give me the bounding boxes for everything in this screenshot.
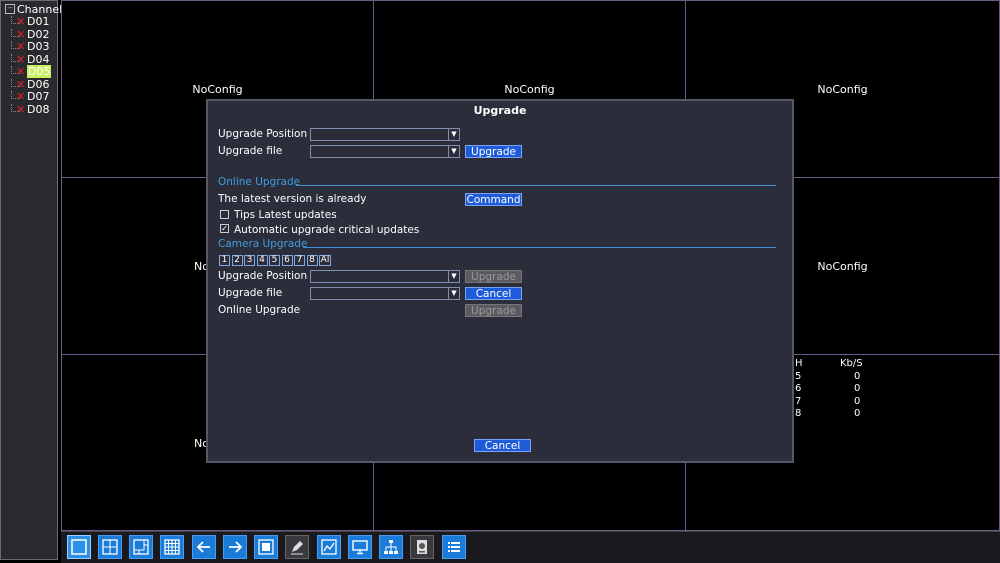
fullscreen-button[interactable]	[254, 535, 278, 559]
noconfig-label: NoConfig	[817, 83, 868, 96]
camera-channel-1[interactable]: 1	[219, 255, 230, 266]
disconnected-icon: ✕	[16, 15, 26, 28]
storage-button[interactable]	[410, 535, 434, 559]
stats-kbs-header: Kb/S	[840, 358, 863, 369]
auto-upgrade-label: Automatic upgrade critical updates	[234, 224, 420, 236]
camera-channel-4[interactable]: 4	[256, 255, 268, 266]
disconnected-icon: ✕	[16, 40, 26, 53]
menu-list-button[interactable]	[442, 535, 466, 559]
chevron-down-icon[interactable]: ▼	[448, 271, 459, 282]
tips-latest-updates-checkbox[interactable]	[220, 210, 229, 219]
camera-channel-6[interactable]: 6	[281, 255, 293, 266]
previous-button[interactable]	[192, 535, 216, 559]
auto-upgrade-checkbox[interactable]: ✓	[220, 224, 229, 233]
upgrade-button[interactable]: Upgrade	[465, 145, 522, 158]
nine-view-button[interactable]	[129, 535, 153, 559]
noconfig-label: NoConfig	[192, 83, 243, 96]
nine-view-icon	[133, 539, 149, 555]
upgrade-position-label: Upgrade Position	[218, 128, 308, 140]
disconnected-icon: ✕	[16, 65, 26, 78]
camera-channel-7[interactable]: 7	[294, 255, 305, 266]
bottom-toolbar	[61, 531, 1000, 563]
cam-online-upgrade-label: Online Upgrade	[218, 304, 301, 316]
camera-upgrade-section-title: Camera Upgrade	[218, 238, 308, 250]
camera-channel-8[interactable]: 8	[306, 255, 318, 266]
storage-icon	[417, 540, 427, 554]
single-view-button[interactable]	[67, 535, 91, 559]
edit-icon	[291, 541, 303, 555]
quad-view-button[interactable]	[98, 535, 122, 559]
chart-icon	[321, 539, 337, 555]
cam-upgrade-file-select[interactable]: ▼	[310, 287, 460, 300]
fullscreen-icon	[258, 539, 274, 555]
cam-upgrade-button[interactable]: Upgrade	[465, 270, 522, 283]
stats-row: 50	[795, 370, 861, 382]
section-divider	[296, 185, 776, 186]
quad-view-icon	[102, 539, 118, 555]
sixteen-view-button[interactable]	[160, 535, 184, 559]
disconnected-icon: ✕	[16, 90, 26, 103]
monitor-button[interactable]	[348, 535, 372, 559]
stats-row: 60	[795, 383, 861, 394]
previous-icon	[196, 541, 210, 553]
next-button[interactable]	[223, 535, 247, 559]
cam-upgrade-file-label: Upgrade file	[218, 287, 283, 299]
next-icon	[229, 541, 243, 553]
monitor-icon	[352, 540, 368, 555]
cancel-button[interactable]: Cancel	[474, 439, 531, 452]
chevron-down-icon[interactable]: ▼	[448, 146, 459, 157]
edit-button[interactable]	[285, 535, 309, 559]
upgrade-file-label: Upgrade file	[218, 145, 283, 157]
chart-button[interactable]	[317, 535, 341, 559]
channel-tree: ✕ D01 ✕ D02 ✕ D03 ✕ D04 ✕ D05 ✕ D06 ✕ D07 ✕ D08	[7, 15, 52, 117]
disconnected-icon: ✕	[16, 102, 26, 116]
camera-channel-selector: 1 2 3 4 5 6 7 8 Al	[219, 255, 333, 266]
camera-channel-all[interactable]: Al	[319, 255, 331, 266]
online-upgrade-section-title: Online Upgrade	[218, 176, 301, 188]
bitrate-stats: H Kb/S 50 60 70 80	[795, 358, 884, 421]
channel-sidebar: − Channel ✕ D01 ✕ D02 ✕ D03 ✕ D04 ✕ D05 ✕ D06 ✕…	[0, 0, 62, 560]
dialog-title: Upgrade	[473, 104, 527, 117]
network-icon	[384, 540, 398, 554]
channel-item-d08[interactable]: ✕ D08	[7, 102, 51, 117]
cam-upgrade-position-select[interactable]: ▼	[310, 270, 460, 283]
command-button[interactable]: Command	[465, 193, 522, 206]
upgrade-dialog: Upgrade Upgrade Position ▼ Upgrade file …	[206, 99, 794, 463]
cam-upgrade-position-label: Upgrade Position	[218, 270, 308, 282]
network-button[interactable]	[379, 535, 403, 559]
single-view-icon	[71, 539, 87, 555]
sixteen-view-icon	[164, 539, 180, 555]
chevron-down-icon[interactable]: ▼	[448, 129, 459, 140]
camera-channel-3[interactable]: 3	[244, 255, 255, 266]
tips-latest-updates-label: Tips Latest updates	[234, 209, 337, 221]
menu-list-icon	[448, 542, 460, 552]
upgrade-position-select[interactable]: ▼	[310, 128, 460, 141]
stats-row: 80	[795, 408, 861, 419]
upgrade-file-select[interactable]: ▼	[310, 145, 460, 158]
cam-cancel-button[interactable]: Cancel	[465, 287, 522, 300]
stats-ch-header: H	[795, 358, 803, 369]
tree-collapse-icon[interactable]: −	[5, 4, 15, 14]
camera-channel-5[interactable]: 5	[269, 255, 280, 266]
stats-row: 70	[795, 395, 861, 407]
latest-version-text: The latest version is already	[218, 193, 367, 205]
cam-online-upgrade-button[interactable]: Upgrade	[465, 304, 522, 317]
chevron-down-icon[interactable]: ▼	[448, 288, 459, 299]
camera-channel-2[interactable]: 2	[231, 255, 243, 266]
noconfig-label: NoConfig	[504, 83, 555, 96]
section-divider	[303, 247, 776, 248]
